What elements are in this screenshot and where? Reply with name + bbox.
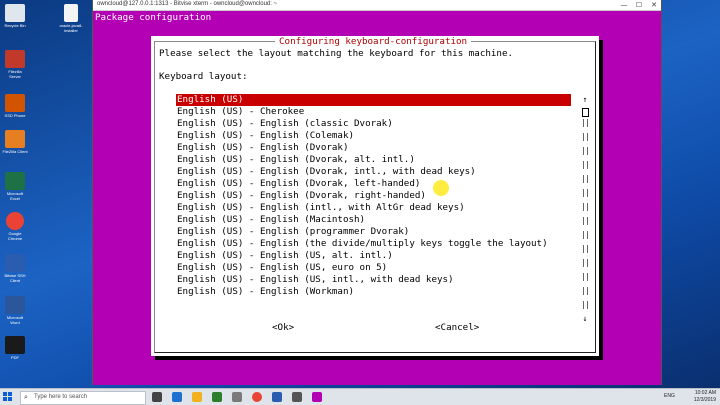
terminal-window[interactable]: owncloud@127.0.0.1:1313 - Bitvise xterm … xyxy=(92,0,662,385)
edge-icon[interactable] xyxy=(172,392,182,402)
scroll-down-arrow-icon[interactable]: ↓ xyxy=(580,313,590,325)
scrollbar-track[interactable] xyxy=(580,133,590,145)
filezilla-client-icon[interactable]: FileZilla Client xyxy=(2,130,28,154)
mail-icon[interactable] xyxy=(232,392,242,402)
keyboard-configuration-dialog: Configuring keyboard-configuration Pleas… xyxy=(151,36,599,356)
minimize-button[interactable]: — xyxy=(617,0,631,10)
scroll-up-arrow-icon[interactable]: ↑ xyxy=(580,94,590,106)
list-item[interactable]: English (US) - Cherokee xyxy=(176,106,571,118)
list-item[interactable]: English (US) - English (intl., with AltG… xyxy=(176,202,571,214)
scrollbar-track[interactable] xyxy=(580,147,590,159)
dialog-title: Configuring keyboard-configuration xyxy=(275,36,472,48)
task-view-icon[interactable] xyxy=(152,392,162,402)
maximize-button[interactable]: ☐ xyxy=(632,0,646,10)
filezilla-server-icon[interactable]: Filezilla Server xyxy=(2,50,28,79)
taskbar: ⌕ Type here to search ENG 10:02 AM 12/3/… xyxy=(0,388,720,405)
clock-time: 10:02 AM xyxy=(694,390,716,396)
ok-button[interactable]: <Ok> xyxy=(272,322,294,333)
file-explorer-icon[interactable] xyxy=(192,392,202,402)
store-icon[interactable] xyxy=(212,392,222,402)
list-item[interactable]: English (US) - English (Dvorak, left-han… xyxy=(176,178,571,190)
recycle-bin-icon[interactable]: Recycle Bin xyxy=(2,4,28,28)
scrollbar-track[interactable] xyxy=(580,175,590,187)
search-placeholder: Type here to search xyxy=(34,394,88,400)
word-icon[interactable]: Microsoft Word xyxy=(2,296,28,325)
scrollbar-track[interactable] xyxy=(580,245,590,257)
package-configuration-header: Package configuration xyxy=(95,12,212,23)
keyboard-layout-label: Keyboard layout: xyxy=(159,71,248,82)
list-item[interactable]: English (US) - English (Colemak) xyxy=(176,130,571,142)
list-item[interactable]: English (US) - English (US, alt. intl.) xyxy=(176,250,571,262)
bitvise-taskbar-icon[interactable] xyxy=(272,392,282,402)
scrollbar-track[interactable] xyxy=(580,231,590,243)
language-indicator[interactable]: ENG xyxy=(664,393,675,399)
list-item[interactable]: English (US) - English (classic Dvorak) xyxy=(176,118,571,130)
scrollbar-track[interactable] xyxy=(580,217,590,229)
list-item-selected[interactable]: English (US) xyxy=(176,94,571,106)
window-title: owncloud@127.0.0.1:1313 - Bitvise xterm … xyxy=(97,1,278,7)
list-item[interactable]: English (US) - English (Macintosh) xyxy=(176,214,571,226)
excel-icon[interactable]: Microsoft Excel xyxy=(2,172,28,201)
scrollbar-track[interactable] xyxy=(580,203,590,215)
list-item[interactable]: English (US) - English (Dvorak, alt. int… xyxy=(176,154,571,166)
close-button[interactable]: ✕ xyxy=(647,0,661,10)
list-item[interactable]: English (US) - English (US, intl., with … xyxy=(176,274,571,286)
cancel-button[interactable]: <Cancel> xyxy=(435,322,479,333)
scrollbar-thumb[interactable] xyxy=(580,108,590,117)
xterm-taskbar-icon[interactable] xyxy=(312,392,322,402)
taskbar-search-input[interactable]: ⌕ Type here to search xyxy=(20,391,146,405)
list-item[interactable]: English (US) - English (programmer Dvora… xyxy=(176,226,571,238)
list-item[interactable]: English (US) - English (Dvorak, right-ha… xyxy=(176,190,571,202)
bitvise-icon[interactable]: Bitvise SSH Client xyxy=(2,254,28,283)
list-item[interactable]: English (US) - English (Dvorak) xyxy=(176,142,571,154)
scrollbar-track[interactable] xyxy=(580,301,590,313)
list-item[interactable]: English (US) - English (US, euro on 5) xyxy=(176,262,571,274)
search-icon: ⌕ xyxy=(24,393,28,401)
chrome-taskbar-icon[interactable] xyxy=(252,392,262,402)
list-item[interactable]: English (US) - English (Workman) xyxy=(176,286,571,298)
scrollbar-track[interactable] xyxy=(580,161,590,173)
dialog-prompt: Please select the layout matching the ke… xyxy=(159,48,514,59)
terminal-taskbar-icon[interactable] xyxy=(292,392,302,402)
system-clock[interactable]: 10:02 AM 12/3/2019 xyxy=(694,390,716,404)
mouse-cursor-highlight xyxy=(433,180,449,196)
list-item[interactable]: English (US) - English (the divide/multi… xyxy=(176,238,571,250)
title-bar[interactable]: owncloud@127.0.0.1:1313 - Bitvise xterm … xyxy=(93,0,661,11)
scrollbar-track[interactable] xyxy=(580,273,590,285)
scrollbar-track[interactable] xyxy=(580,119,590,131)
start-button[interactable] xyxy=(3,392,13,402)
chrome-icon[interactable]: Google Chrome xyxy=(2,212,28,241)
file-icon[interactable]: oracle-java8-installer xyxy=(58,4,84,33)
ssd-phone-icon[interactable]: SSD Phone xyxy=(2,94,28,118)
scrollbar-track[interactable] xyxy=(580,189,590,201)
scrollbar-track[interactable] xyxy=(580,259,590,271)
list-scrollbar[interactable]: ↑ ↓ xyxy=(580,94,590,323)
keyboard-layout-list[interactable]: English (US) English (US) - Cherokee Eng… xyxy=(176,94,571,298)
pdf-icon[interactable]: PDF xyxy=(2,336,28,360)
list-item[interactable]: English (US) - English (Dvorak, intl., w… xyxy=(176,166,571,178)
clock-date: 12/3/2019 xyxy=(693,397,716,403)
scrollbar-track[interactable] xyxy=(580,287,590,299)
